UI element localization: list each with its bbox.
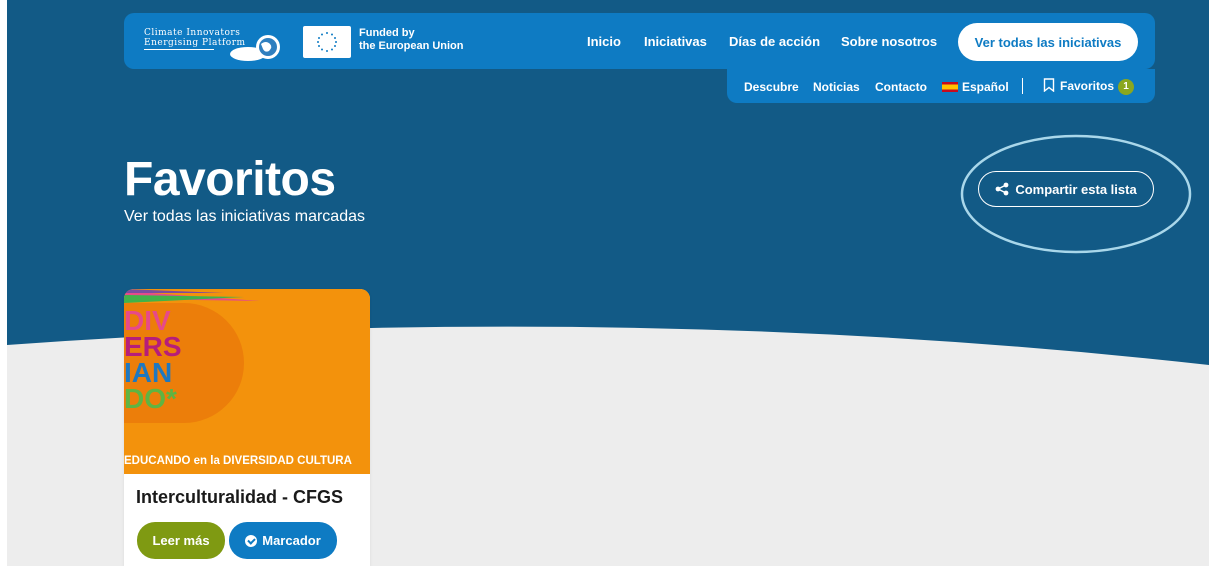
platform-logo[interactable]: Climate Innovators Energising Platform xyxy=(132,20,288,62)
nav-iniciativas[interactable]: Iniciativas xyxy=(644,34,707,49)
subnav-contacto[interactable]: Contacto xyxy=(875,80,927,94)
favorites-count-badge: 1 xyxy=(1118,79,1135,95)
view-all-initiatives-button[interactable]: Ver todas las iniciativas xyxy=(958,23,1138,61)
eu-funding-label: Funded by the European Union xyxy=(359,27,464,52)
bookmark-icon xyxy=(1043,78,1055,93)
page-title: Favoritos xyxy=(124,153,336,206)
share-list-button[interactable]: Compartir esta lista xyxy=(978,171,1154,207)
initiative-card: DIV ERS IAN DO* EDUCANDO en la DIVERSIDA… xyxy=(124,289,370,566)
nav-inicio[interactable]: Inicio xyxy=(587,34,621,49)
favorites-link[interactable]: Favoritos 1 xyxy=(1043,78,1135,95)
card-image[interactable]: DIV ERS IAN DO* EDUCANDO en la DIVERSIDA… xyxy=(124,289,370,474)
page-subtitle: Ver todas las iniciativas marcadas xyxy=(124,208,365,225)
check-circle-icon xyxy=(245,534,258,547)
nav-dias-de-accion[interactable]: Días de acción xyxy=(729,34,820,49)
subnav-noticias[interactable]: Noticias xyxy=(813,80,860,94)
bookmark-button[interactable]: Marcador xyxy=(229,522,337,559)
share-icon xyxy=(995,182,1009,196)
subnav-divider xyxy=(1022,78,1023,94)
card-title[interactable]: Interculturalidad - CFGS xyxy=(136,487,343,508)
read-more-button[interactable]: Leer más xyxy=(137,522,225,559)
spain-flag-icon xyxy=(942,82,958,92)
globe-cloud-icon xyxy=(230,35,280,61)
card-image-banner: EDUCANDO en la DIVERSIDAD CULTURA xyxy=(124,455,352,467)
diversiando-artwork: DIV ERS IAN DO* xyxy=(124,289,370,474)
subnav-descubre[interactable]: Descubre xyxy=(744,80,799,94)
artwork-letters-4: DO* xyxy=(124,383,177,414)
language-selector[interactable]: Español xyxy=(942,80,1009,94)
nav-sobre-nosotros[interactable]: Sobre nosotros xyxy=(841,34,937,49)
eu-flag-icon xyxy=(303,26,351,58)
